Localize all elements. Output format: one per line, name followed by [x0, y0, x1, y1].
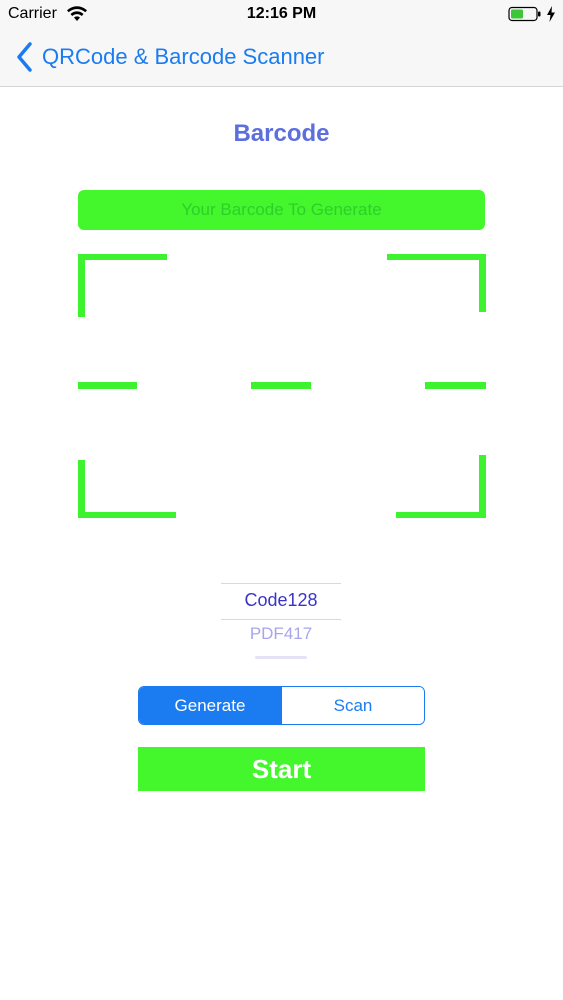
picker-selected-option[interactable]: Code128 — [221, 590, 341, 611]
frame-bottom-right-vertical — [479, 455, 486, 518]
segment-scan[interactable]: Scan — [281, 687, 424, 724]
page-title: Barcode — [233, 120, 330, 147]
frame-middle-right-dash — [425, 382, 486, 389]
mode-segmented-control[interactable]: Generate Scan — [138, 686, 425, 725]
chevron-left-icon — [17, 42, 32, 72]
frame-top-right-vertical — [479, 254, 486, 312]
picker-bottom-line — [221, 619, 341, 620]
back-button[interactable]: QRCode & Barcode Scanner — [14, 40, 325, 74]
clock-time: 12:16 PM — [246, 5, 317, 22]
frame-middle-center-dash — [251, 382, 311, 389]
status-bar: Carrier 12:16 PM — [0, 0, 563, 28]
barcode-type-picker[interactable]: Code128 PDF417 — [221, 582, 341, 662]
frame-bottom-left-horizontal — [78, 512, 176, 518]
back-button-label: QRCode & Barcode Scanner — [42, 44, 325, 69]
frame-bottom-left-vertical — [78, 460, 85, 518]
segment-generate[interactable]: Generate — [139, 687, 281, 724]
picker-faded-option — [255, 656, 307, 659]
barcode-input[interactable] — [78, 190, 485, 230]
frame-middle-left-dash — [78, 382, 137, 389]
frame-top-left-vertical — [78, 254, 85, 317]
navigation-bar: QRCode & Barcode Scanner — [0, 28, 563, 87]
picker-top-line — [221, 583, 341, 584]
charging-bolt-icon — [547, 6, 555, 22]
picker-next-option[interactable]: PDF417 — [221, 624, 341, 644]
battery-icon — [508, 6, 541, 22]
frame-top-left-horizontal — [78, 254, 167, 260]
frame-bottom-right-horizontal — [396, 512, 486, 518]
frame-top-right-horizontal — [387, 254, 486, 260]
start-button[interactable]: Start — [138, 747, 425, 791]
